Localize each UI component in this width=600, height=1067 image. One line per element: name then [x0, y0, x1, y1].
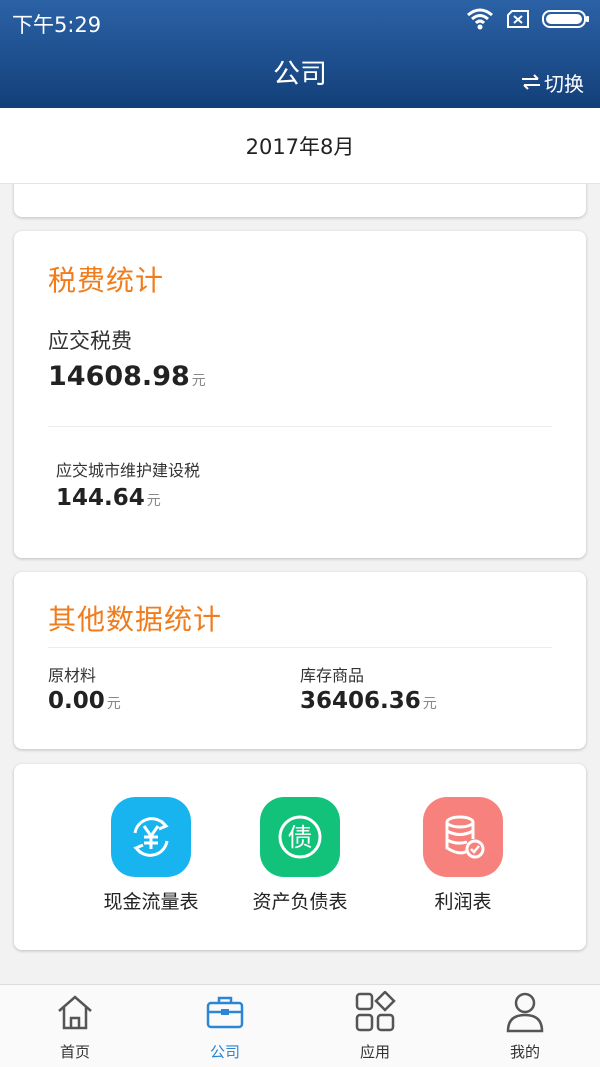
user-icon: [450, 991, 600, 1033]
divider: [48, 426, 552, 427]
database-check-icon: [423, 797, 503, 877]
battery-icon: [542, 9, 590, 33]
tax-total-unit: 元: [191, 373, 206, 389]
divider: [48, 647, 552, 648]
raw-materials-amount: 0.00 元: [48, 688, 121, 714]
tab-company[interactable]: 公司: [150, 991, 300, 1062]
tab-apps[interactable]: 应用: [300, 991, 450, 1062]
svg-text:债: 债: [287, 823, 312, 852]
tax-stats-card: 税费统计 应交税费 14608.98 元 应交城市维护建设税 144.64 元: [14, 231, 586, 558]
bottom-tab-bar: 首页 公司 应用 我的: [0, 984, 600, 1067]
tab-apps-label: 应用: [359, 1043, 390, 1061]
report-balance-sheet-label: 资产负债表: [252, 891, 348, 913]
tab-company-label: 公司: [209, 1043, 240, 1061]
apps-icon: [300, 991, 450, 1033]
report-cash-flow-label: 现金流量表: [103, 891, 199, 913]
raw-materials-label: 原材料: [48, 666, 97, 685]
tax-total-label: 应交税费: [48, 329, 132, 353]
report-profit[interactable]: 利润表: [393, 797, 533, 914]
home-icon: [0, 991, 150, 1033]
tab-mine-label: 我的: [509, 1043, 540, 1061]
debt-icon: 债: [260, 797, 340, 877]
status-bar: 下午5:29: [0, 0, 600, 42]
switch-label: 切换: [544, 72, 584, 96]
inventory-value: 36406.36: [300, 688, 421, 714]
urban-tax-value: 144.64: [56, 485, 145, 511]
date-label: 2017年8月: [245, 134, 355, 159]
report-balance-sheet[interactable]: 债 资产负债表: [230, 797, 370, 914]
tax-total-amount: 14608.98 元: [48, 361, 206, 392]
raw-materials-value: 0.00: [48, 688, 105, 714]
tab-home-label: 首页: [59, 1043, 90, 1061]
reports-card: 现金流量表 债 资产负债表 利润表: [14, 764, 586, 950]
inventory-label: 库存商品: [300, 666, 365, 685]
switch-button[interactable]: 切换: [521, 68, 584, 97]
swap-arrows-icon: [521, 71, 541, 95]
tab-mine[interactable]: 我的: [450, 991, 600, 1062]
other-stats-card: 其他数据统计 原材料 0.00 元 库存商品 36406.36 元: [14, 572, 586, 749]
tax-stats-title: 税费统计: [48, 264, 165, 297]
urban-tax-unit: 元: [146, 493, 161, 509]
tab-home[interactable]: 首页: [0, 991, 150, 1062]
inventory-unit: 元: [422, 696, 437, 712]
page-title: 公司: [273, 59, 327, 90]
status-icons: [466, 8, 590, 34]
no-sim-icon: [506, 9, 530, 33]
tax-total-value: 14608.98: [48, 361, 190, 392]
status-time: 下午5:29: [12, 13, 102, 37]
briefcase-icon: [150, 991, 300, 1033]
report-cash-flow[interactable]: 现金流量表: [81, 797, 221, 914]
urban-tax-amount: 144.64 元: [56, 485, 161, 511]
wifi-icon: [466, 8, 494, 34]
cash-flow-icon: [111, 797, 191, 877]
other-stats-title: 其他数据统计: [48, 603, 223, 636]
report-profit-label: 利润表: [434, 891, 492, 913]
inventory-amount: 36406.36 元: [300, 688, 437, 714]
urban-tax-label: 应交城市维护建设税: [56, 461, 201, 480]
date-selector[interactable]: 2017年8月: [0, 108, 600, 184]
app-header: 下午5:29 公司 切换: [0, 0, 600, 108]
raw-materials-unit: 元: [106, 696, 121, 712]
